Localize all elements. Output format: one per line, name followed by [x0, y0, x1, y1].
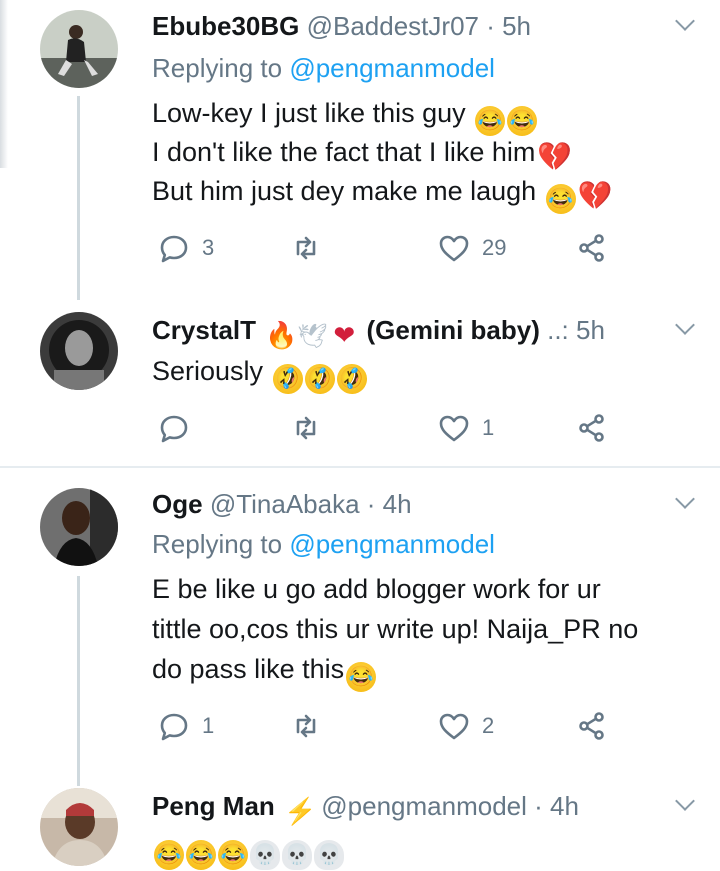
- retweet-icon: [296, 714, 316, 738]
- reply-icon: [160, 235, 188, 263]
- tweet-actions: 3 29: [152, 228, 632, 268]
- retweet-button[interactable]: [290, 228, 334, 268]
- tweet-ebube[interactable]: Ebube30BG @BaddestJr07 · 5h Replying to …: [0, 0, 720, 300]
- replying-to: Replying to @pengmanmodel: [152, 52, 495, 84]
- heart-icon: [439, 415, 469, 442]
- avatar[interactable]: [40, 312, 118, 390]
- retweet-icon: [296, 416, 316, 440]
- text: But him just dey make me laugh: [152, 176, 537, 206]
- reply-count: 3: [202, 235, 215, 260]
- heart-icon: [439, 713, 469, 740]
- display-name[interactable]: CrystalT: [152, 315, 256, 345]
- face-with-tears-of-joy-icon: 😂: [154, 840, 184, 870]
- chevron-down-icon[interactable]: [678, 14, 692, 28]
- share-button[interactable]: [576, 408, 608, 448]
- tweet-header: CrystalT 🔥🕊 ❤ (Gemini baby) ..: 5h: [152, 314, 660, 352]
- like-button[interactable]: 1: [438, 408, 494, 448]
- tweet-header: Oge @TinaAbaka · 4h: [152, 488, 660, 520]
- text: tittle oo,cos this ur write up! Naija_PR…: [152, 614, 639, 644]
- avatar[interactable]: [40, 10, 118, 88]
- skull-icon: 💀: [314, 840, 344, 870]
- like-count: 2: [482, 713, 495, 738]
- like-button[interactable]: 2: [438, 706, 494, 746]
- tweet-text-line: do pass like this 😂: [152, 652, 377, 692]
- chevron-down-icon[interactable]: [678, 492, 692, 506]
- retweet-icon: [296, 236, 316, 260]
- dove-icon: 🕊: [297, 323, 328, 350]
- red-heart-icon: ❤: [333, 320, 356, 350]
- rolling-on-floor-laughing-icon: 🤣: [299, 359, 340, 399]
- share-icon: [579, 712, 604, 740]
- avatar[interactable]: [40, 788, 118, 866]
- display-name[interactable]: Ebube30BG: [152, 11, 299, 41]
- text: I don't like the fact that I like him: [152, 137, 536, 167]
- share-button[interactable]: [576, 706, 608, 746]
- handle-time: @BaddestJr07 · 5h: [306, 11, 532, 41]
- tweet-text-line: E be like u go add blogger work for ur: [152, 572, 601, 606]
- retweet-button[interactable]: [290, 408, 334, 448]
- tweet-actions: 1 2: [152, 706, 632, 746]
- tweet-pengman[interactable]: Peng Man ⚡ @pengmanmodel · 4h 😂 😂 😂 💀 💀 💀: [0, 768, 720, 871]
- reply-icon: [160, 713, 188, 741]
- mention-link[interactable]: @pengmanmodel: [289, 529, 495, 559]
- replying-to: Replying to @pengmanmodel: [152, 528, 495, 560]
- thread-line: [77, 96, 80, 300]
- skull-icon: 💀: [282, 840, 312, 870]
- tweet-crystalt[interactable]: CrystalT 🔥🕊 ❤ (Gemini baby) ..: 5h Seriou…: [0, 300, 720, 466]
- like-count: 29: [482, 235, 507, 260]
- display-name[interactable]: Oge: [152, 489, 203, 519]
- reply-icon: [160, 415, 188, 443]
- reply-button[interactable]: 3: [158, 228, 214, 268]
- tweet-actions: 1: [152, 408, 632, 448]
- text: E be like u go add blogger work for ur: [152, 574, 601, 604]
- face-with-tears-of-joy-icon: 😂: [545, 184, 576, 214]
- handle-time: ..: 5h: [547, 315, 605, 345]
- tweet-text-line: 😂 😂 😂 💀 💀 💀: [152, 830, 344, 870]
- tweet-oge[interactable]: Oge @TinaAbaka · 4h Replying to @pengman…: [0, 468, 720, 786]
- mention-link[interactable]: @pengmanmodel: [289, 53, 495, 83]
- retweet-button[interactable]: [290, 706, 334, 746]
- text: do pass like this: [152, 654, 345, 684]
- tweet-text-line: Seriously 🤣🤣🤣: [152, 354, 372, 399]
- handle-time: @pengmanmodel · 4h: [321, 791, 579, 821]
- tweet-text-line: tittle oo,cos this ur write up! Naija_PR…: [152, 612, 638, 646]
- face-with-tears-of-joy-icon: 😂: [218, 840, 248, 870]
- reply-count: 1: [202, 713, 215, 738]
- face-with-tears-of-joy-icon: 😂: [186, 840, 216, 870]
- share-button[interactable]: [576, 228, 608, 268]
- thread-line: [77, 576, 80, 786]
- like-button[interactable]: 29: [438, 228, 506, 268]
- text: Seriously: [152, 356, 264, 386]
- fire-icon: 🔥: [265, 320, 298, 350]
- skull-icon: 💀: [250, 840, 280, 870]
- display-name-suffix: (Gemini baby): [366, 315, 540, 345]
- handle-time: @TinaAbaka · 4h: [209, 489, 412, 519]
- face-with-tears-of-joy-icon: 😂: [507, 106, 538, 136]
- broken-heart-icon: 💔: [577, 180, 613, 211]
- tweet-header: Ebube30BG @BaddestJr07 · 5h: [152, 10, 660, 42]
- replying-prefix: Replying to: [152, 529, 290, 559]
- avatar[interactable]: [40, 488, 118, 566]
- text: Low-key I just like this guy: [152, 98, 466, 128]
- like-count: 1: [482, 415, 495, 440]
- heart-icon: [439, 235, 469, 262]
- face-with-tears-of-joy-icon: 😂: [475, 106, 506, 136]
- reply-button[interactable]: [158, 408, 202, 448]
- share-icon: [579, 234, 604, 262]
- rolling-on-floor-laughing-icon: 🤣: [267, 359, 308, 399]
- tweet-text-line: I don't like the fact that I like him💔: [152, 135, 573, 172]
- tweet-header: Peng Man ⚡ @pengmanmodel · 4h: [152, 790, 660, 826]
- share-icon: [579, 414, 604, 442]
- face-with-tears-of-joy-icon: 😂: [346, 662, 377, 692]
- chevron-down-icon[interactable]: [678, 318, 692, 332]
- broken-heart-icon: 💔: [537, 141, 573, 172]
- lightning-icon: ⚡: [284, 796, 317, 826]
- rolling-on-floor-laughing-icon: 🤣: [331, 359, 372, 399]
- chevron-down-icon[interactable]: [678, 794, 692, 808]
- display-name[interactable]: Peng Man: [152, 791, 275, 821]
- tweet-text-line: But him just dey make me laugh 😂 💔: [152, 174, 613, 214]
- replying-prefix: Replying to: [152, 53, 290, 83]
- tweet-text-line: Low-key I just like this guy 😂 😂: [152, 96, 538, 136]
- reply-button[interactable]: 1: [158, 706, 214, 746]
